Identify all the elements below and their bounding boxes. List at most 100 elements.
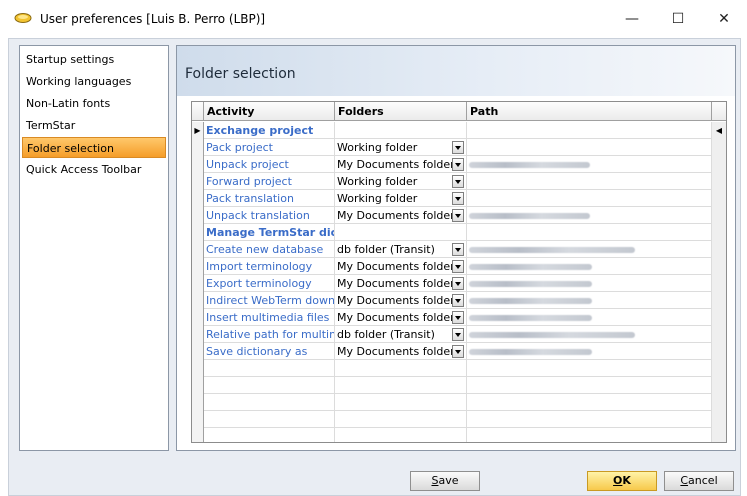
column-header-activity[interactable]: Activity [204,102,335,121]
activity-cell[interactable]: Pack translation [204,190,335,207]
row-selector[interactable] [192,139,204,156]
folder-select[interactable]: db folder (Transit) [335,241,467,258]
folder-select[interactable]: My Documents folder [335,275,467,292]
activity-cell[interactable]: Indirect WebTerm downlc [204,292,335,309]
row-selector[interactable] [192,241,204,258]
dropdown-arrow-icon[interactable] [452,260,464,273]
row-selector[interactable] [192,275,204,292]
table-row[interactable]: Pack project Working folder [192,139,726,156]
row-selector[interactable] [192,207,204,224]
folder-select[interactable]: My Documents folder [335,207,467,224]
table-row[interactable]: Export terminology My Documents folder [192,275,726,292]
row-selector[interactable] [192,343,204,360]
path-cell[interactable] [467,173,712,190]
path-cell[interactable] [467,241,712,258]
path-cell[interactable] [467,292,712,309]
minimize-button[interactable]: — [609,0,655,38]
activity-cell[interactable]: Pack project [204,139,335,156]
table-row[interactable]: Unpack translation My Documents folder [192,207,726,224]
table-row[interactable]: Unpack project My Documents folder [192,156,726,173]
activity-cell[interactable]: Unpack project [204,156,335,173]
folder-select[interactable]: My Documents folder [335,309,467,326]
path-cell[interactable] [467,343,712,360]
folder-select[interactable]: Working folder [335,173,467,190]
path-cell[interactable] [467,190,712,207]
folder-select[interactable]: My Documents folder [335,156,467,173]
table-row[interactable]: Manage TermStar dictio [192,224,726,241]
activity-cell[interactable]: Relative path for multime [204,326,335,343]
group-header-label[interactable]: Manage TermStar dictio [204,224,335,241]
activity-cell[interactable]: Forward project [204,173,335,190]
activity-cell[interactable]: Save dictionary as [204,343,335,360]
sidebar-item-folder-selection[interactable]: Folder selection [22,137,166,158]
dropdown-arrow-icon[interactable] [452,328,464,341]
ok-button[interactable]: OK [587,471,657,491]
dropdown-arrow-icon[interactable] [452,158,464,171]
column-header-path[interactable]: Path [467,102,712,121]
folder-value: Working folder [337,192,418,205]
sidebar-item-termstar[interactable]: TermStar [22,115,166,136]
column-header-folders[interactable]: Folders [335,102,467,121]
table-row[interactable]: Pack translation Working folder [192,190,726,207]
group-header-label[interactable]: Exchange project [204,122,335,139]
sidebar-item-working-languages[interactable]: Working languages [22,71,166,92]
dropdown-arrow-icon[interactable] [452,192,464,205]
folder-select[interactable]: My Documents folder [335,343,467,360]
dropdown-arrow-icon[interactable] [452,277,464,290]
folder-select[interactable]: Working folder [335,190,467,207]
dropdown-arrow-icon[interactable] [452,175,464,188]
row-end-cell [712,207,726,224]
path-cell[interactable] [467,258,712,275]
table-row[interactable]: Indirect WebTerm downlc My Documents fold… [192,292,726,309]
table-row[interactable]: Relative path for multime db folder (Tran… [192,326,726,343]
dropdown-arrow-icon[interactable] [452,311,464,324]
row-selector[interactable] [192,258,204,275]
row-selector[interactable] [192,224,204,241]
folder-value: db folder (Transit) [337,328,435,341]
sidebar-item-quick-access-toolbar[interactable]: Quick Access Toolbar [22,159,166,180]
activity-cell[interactable]: Import terminology [204,258,335,275]
path-cell[interactable] [467,207,712,224]
activity-cell[interactable]: Create new database [204,241,335,258]
activity-cell[interactable]: Export terminology [204,275,335,292]
path-cell[interactable] [467,326,712,343]
dropdown-arrow-icon[interactable] [452,345,464,358]
cancel-button[interactable]: Cancel [664,471,734,491]
save-button[interactable]: Save [410,471,480,491]
folder-select[interactable]: db folder (Transit) [335,326,467,343]
path-cell[interactable] [467,156,712,173]
table-row[interactable]: ▶ Exchange project ◀ [192,122,726,139]
folder-select[interactable]: My Documents folder [335,292,467,309]
row-selector[interactable] [192,156,204,173]
maximize-button[interactable]: ☐ [655,0,701,38]
activity-cell[interactable]: Insert multimedia files [204,309,335,326]
table-row[interactable]: Save dictionary as My Documents folder [192,343,726,360]
path-cell[interactable] [467,224,712,241]
path-cell[interactable] [467,275,712,292]
dropdown-arrow-icon[interactable] [452,141,464,154]
path-cell[interactable] [467,122,712,139]
sidebar-item-non-latin-fonts[interactable]: Non-Latin fonts [22,93,166,114]
table-row[interactable]: Insert multimedia files My Documents fold… [192,309,726,326]
empty-cell [192,377,204,394]
empty-cell [204,394,335,411]
row-selector[interactable] [192,190,204,207]
path-cell[interactable] [467,139,712,156]
dropdown-arrow-icon[interactable] [452,294,464,307]
close-button[interactable]: ✕ [701,0,747,38]
row-selector[interactable] [192,326,204,343]
table-row[interactable]: Create new database db folder (Transit) [192,241,726,258]
sidebar-item-startup-settings[interactable]: Startup settings [22,49,166,70]
folder-select[interactable]: Working folder [335,139,467,156]
path-cell[interactable] [467,309,712,326]
row-selector[interactable] [192,173,204,190]
row-selector[interactable]: ▶ [192,122,204,139]
dropdown-arrow-icon[interactable] [452,243,464,256]
folder-select[interactable]: My Documents folder [335,258,467,275]
dropdown-arrow-icon[interactable] [452,209,464,222]
row-selector[interactable] [192,309,204,326]
table-row[interactable]: Import terminology My Documents folder [192,258,726,275]
table-row[interactable]: Forward project Working folder [192,173,726,190]
row-selector[interactable] [192,292,204,309]
activity-cell[interactable]: Unpack translation [204,207,335,224]
